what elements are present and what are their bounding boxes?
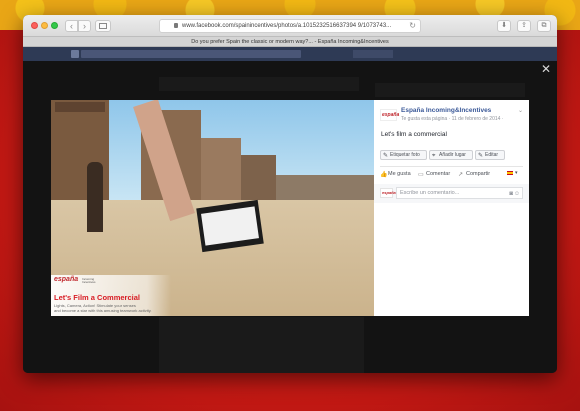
photo-info-panel: españa España Incoming&Incentives Te gus… — [374, 100, 529, 316]
forward-button[interactable]: › — [78, 20, 91, 32]
sidebar-icon — [99, 23, 107, 29]
comment-icon: ▭ — [418, 172, 424, 178]
browser-toolbar: ‹ › www.facebook.com/spainincentives/pho… — [23, 15, 557, 37]
thumbs-up-icon: 👍 — [380, 172, 388, 178]
emoji-icon[interactable]: ☺ — [514, 189, 520, 199]
reload-icon[interactable]: ↻ — [409, 20, 416, 32]
url-text: www.facebook.com/spainincentives/photos/… — [182, 23, 392, 29]
page-name-link[interactable]: España Incoming&Incentives — [401, 107, 491, 114]
caption-line-2: and become a star with this amusing team… — [54, 308, 152, 313]
tag-icon: ✎ — [383, 153, 389, 159]
post-meta: Te gusta esta página · 11 de febrero de … — [401, 116, 504, 122]
comment-composer: españa Escribe un comentario... ◙ ☺ — [374, 184, 529, 203]
facebook-header — [23, 47, 557, 61]
comment-input[interactable]: Escribe un comentario... ◙ ☺ — [396, 187, 523, 199]
photo-sign — [55, 102, 105, 112]
lock-icon — [174, 23, 178, 28]
spain-flag-icon[interactable] — [507, 171, 513, 175]
lightbox-photo[interactable]: españa Incoming Incentives Let's Film a … — [51, 100, 374, 316]
edit-button[interactable]: ✎ Editar — [475, 150, 505, 160]
share-post-button[interactable]: ↗ Compartir — [458, 171, 490, 178]
caption-title: Let's Film a Commercial — [54, 293, 140, 302]
camera-icon[interactable]: ◙ — [509, 189, 513, 199]
tabs-overview-button[interactable]: ⧉ — [537, 20, 551, 32]
post-text: Let's film a commercial — [381, 131, 447, 138]
divider — [380, 166, 523, 167]
tag-photo-button[interactable]: ✎ Etiquetar foto — [380, 150, 427, 160]
facebook-page: ✕ españa Incoming Incentives Let's Film … — [23, 47, 557, 373]
photo-cowboy — [87, 162, 103, 232]
espana-logo-sub: Incoming Incentives — [82, 277, 96, 284]
share-icon: ↗ — [458, 172, 464, 178]
download-button[interactable]: ⬇ — [497, 20, 511, 32]
pencil-icon: ✎ — [478, 153, 484, 159]
browser-window: ‹ › www.facebook.com/spainincentives/pho… — [23, 15, 557, 373]
close-window-button[interactable] — [31, 22, 38, 29]
comment-placeholder: Escribe un comentario... — [400, 190, 460, 196]
close-icon[interactable]: ✕ — [541, 63, 551, 75]
minimize-window-button[interactable] — [41, 22, 48, 29]
share-button[interactable]: ⇪ — [517, 20, 531, 32]
location-icon: ⌖ — [432, 153, 436, 159]
chevron-down-icon[interactable]: ⌄ — [518, 107, 523, 114]
facebook-header-right[interactable] — [353, 50, 393, 58]
facebook-search-bar[interactable] — [81, 50, 301, 58]
facebook-logo-icon[interactable] — [71, 50, 79, 58]
espana-logo: españa — [54, 276, 79, 283]
sidebar-toggle-button[interactable] — [95, 20, 111, 32]
commenter-avatar: españa — [380, 188, 396, 198]
page-avatar[interactable]: españa — [380, 109, 399, 121]
add-location-button[interactable]: ⌖ Añadir lugar — [429, 150, 473, 160]
zoom-window-button[interactable] — [51, 22, 58, 29]
back-button[interactable]: ‹ — [65, 20, 78, 32]
tab-title[interactable]: Do you prefer Spain the classic or moder… — [23, 37, 557, 47]
like-button[interactable]: 👍 Me gusta — [380, 171, 411, 178]
chevron-down-icon[interactable]: ▾ — [515, 170, 518, 176]
comment-button[interactable]: ▭ Comentar — [418, 171, 450, 178]
address-bar[interactable]: www.facebook.com/spainincentives/photos/… — [159, 19, 421, 33]
